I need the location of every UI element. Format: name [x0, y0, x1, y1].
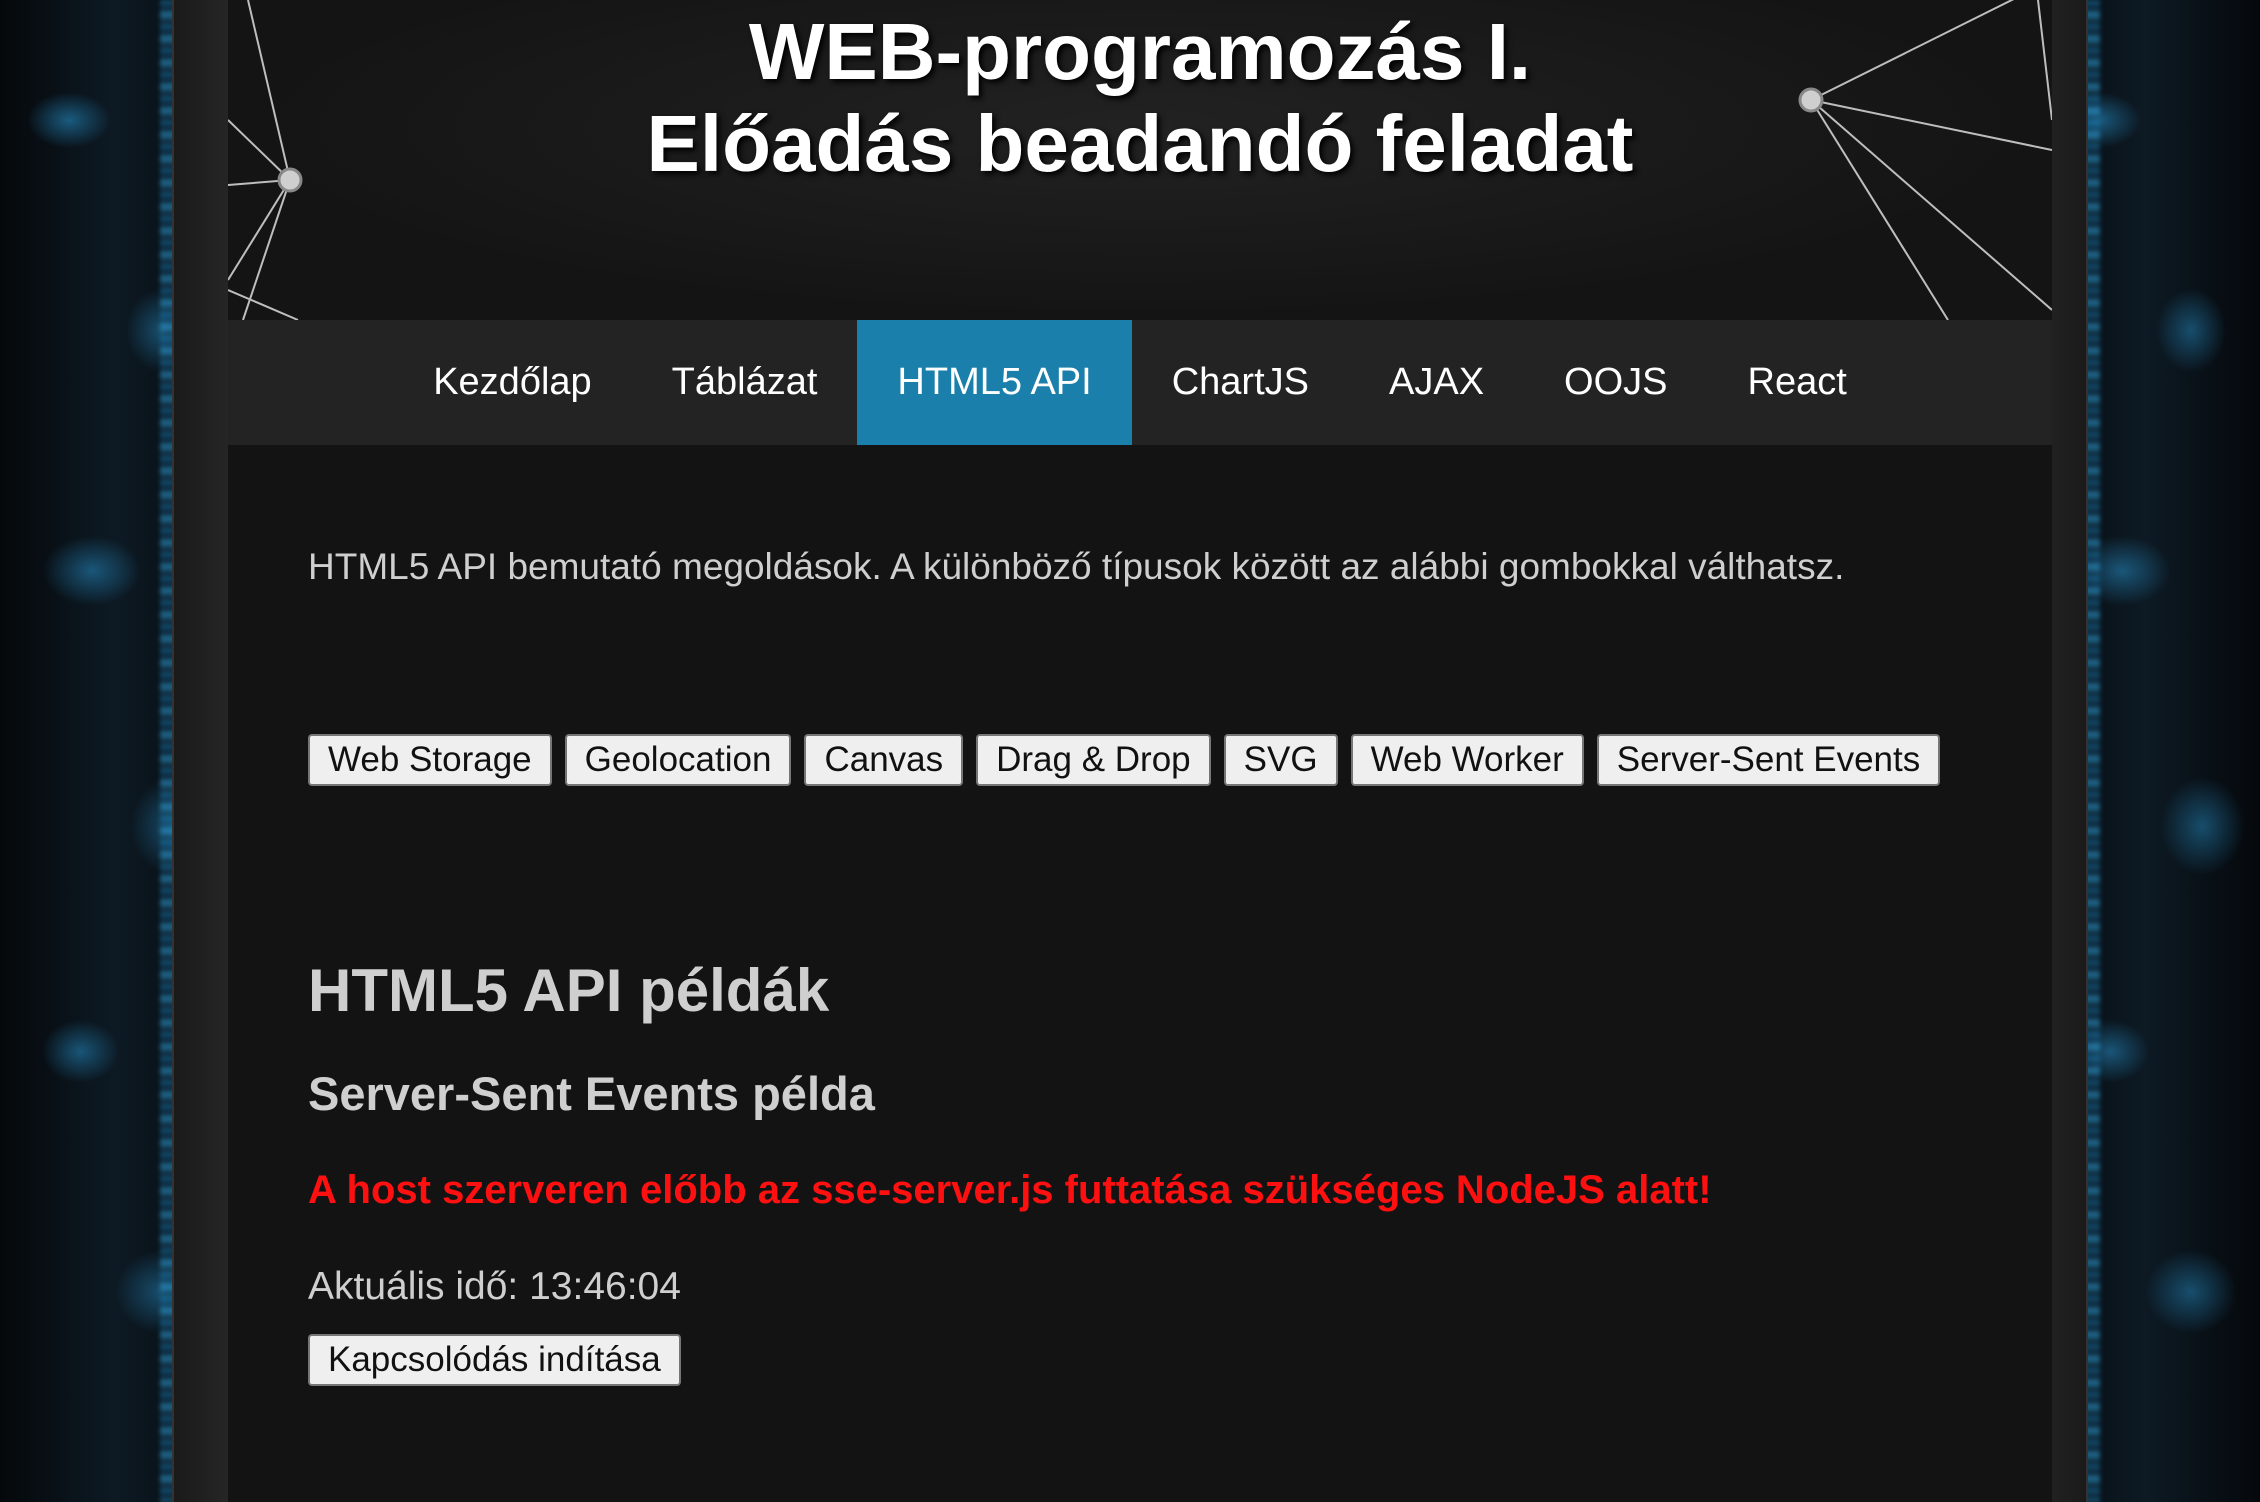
current-time: Aktuális idő: 13:46:04 — [308, 1265, 681, 1308]
drag-drop-button[interactable]: Drag & Drop — [976, 734, 1211, 786]
nav-item-ajax[interactable]: AJAX — [1349, 320, 1524, 445]
nav-item-oojs[interactable]: OOJS — [1524, 320, 1707, 445]
web-worker-button[interactable]: Web Worker — [1350, 734, 1584, 786]
svg-button[interactable]: SVG — [1223, 734, 1338, 786]
site-title-line1: WEB-programozás I. — [748, 7, 1532, 96]
canvas-button[interactable]: Canvas — [804, 734, 964, 786]
server-warning: A host szerveren előbb az sse-server.js … — [308, 1168, 1712, 1212]
intro-text: HTML5 API bemutató megoldások. A különbö… — [308, 546, 1845, 587]
web-storage-button[interactable]: Web Storage — [308, 734, 552, 786]
server-sent-events-button[interactable]: Server-Sent Events — [1596, 734, 1941, 786]
geolocation-button[interactable]: Geolocation — [564, 734, 792, 786]
nav-item-chartjs[interactable]: ChartJS — [1132, 320, 1349, 445]
nav-item-kezdolap[interactable]: Kezdőlap — [393, 320, 631, 445]
nav-item-tablazat[interactable]: Táblázat — [632, 320, 858, 445]
site-title-line2: Előadás beadandó feladat — [646, 99, 1634, 188]
main-content: HTML5 API bemutató megoldások. A különbö… — [228, 445, 2052, 1386]
api-type-buttons: Web Storage Geolocation Canvas Drag & Dr… — [308, 734, 1972, 786]
section-title: HTML5 API példák — [308, 957, 830, 1024]
nav-item-react[interactable]: React — [1708, 320, 1887, 445]
main-nav: Kezdőlap Táblázat HTML5 API ChartJS AJAX… — [228, 320, 2052, 445]
subsection-title: Server-Sent Events példa — [308, 1067, 875, 1120]
page-container: WEB-programozás I. Előadás beadandó fela… — [228, 0, 2052, 1502]
start-connection-button[interactable]: Kapcsolódás indítása — [308, 1334, 681, 1386]
site-title: WEB-programozás I. Előadás beadandó fela… — [228, 6, 2052, 190]
nav-item-html5-api[interactable]: HTML5 API — [857, 320, 1132, 445]
header-banner: WEB-programozás I. Előadás beadandó fela… — [228, 0, 2052, 320]
